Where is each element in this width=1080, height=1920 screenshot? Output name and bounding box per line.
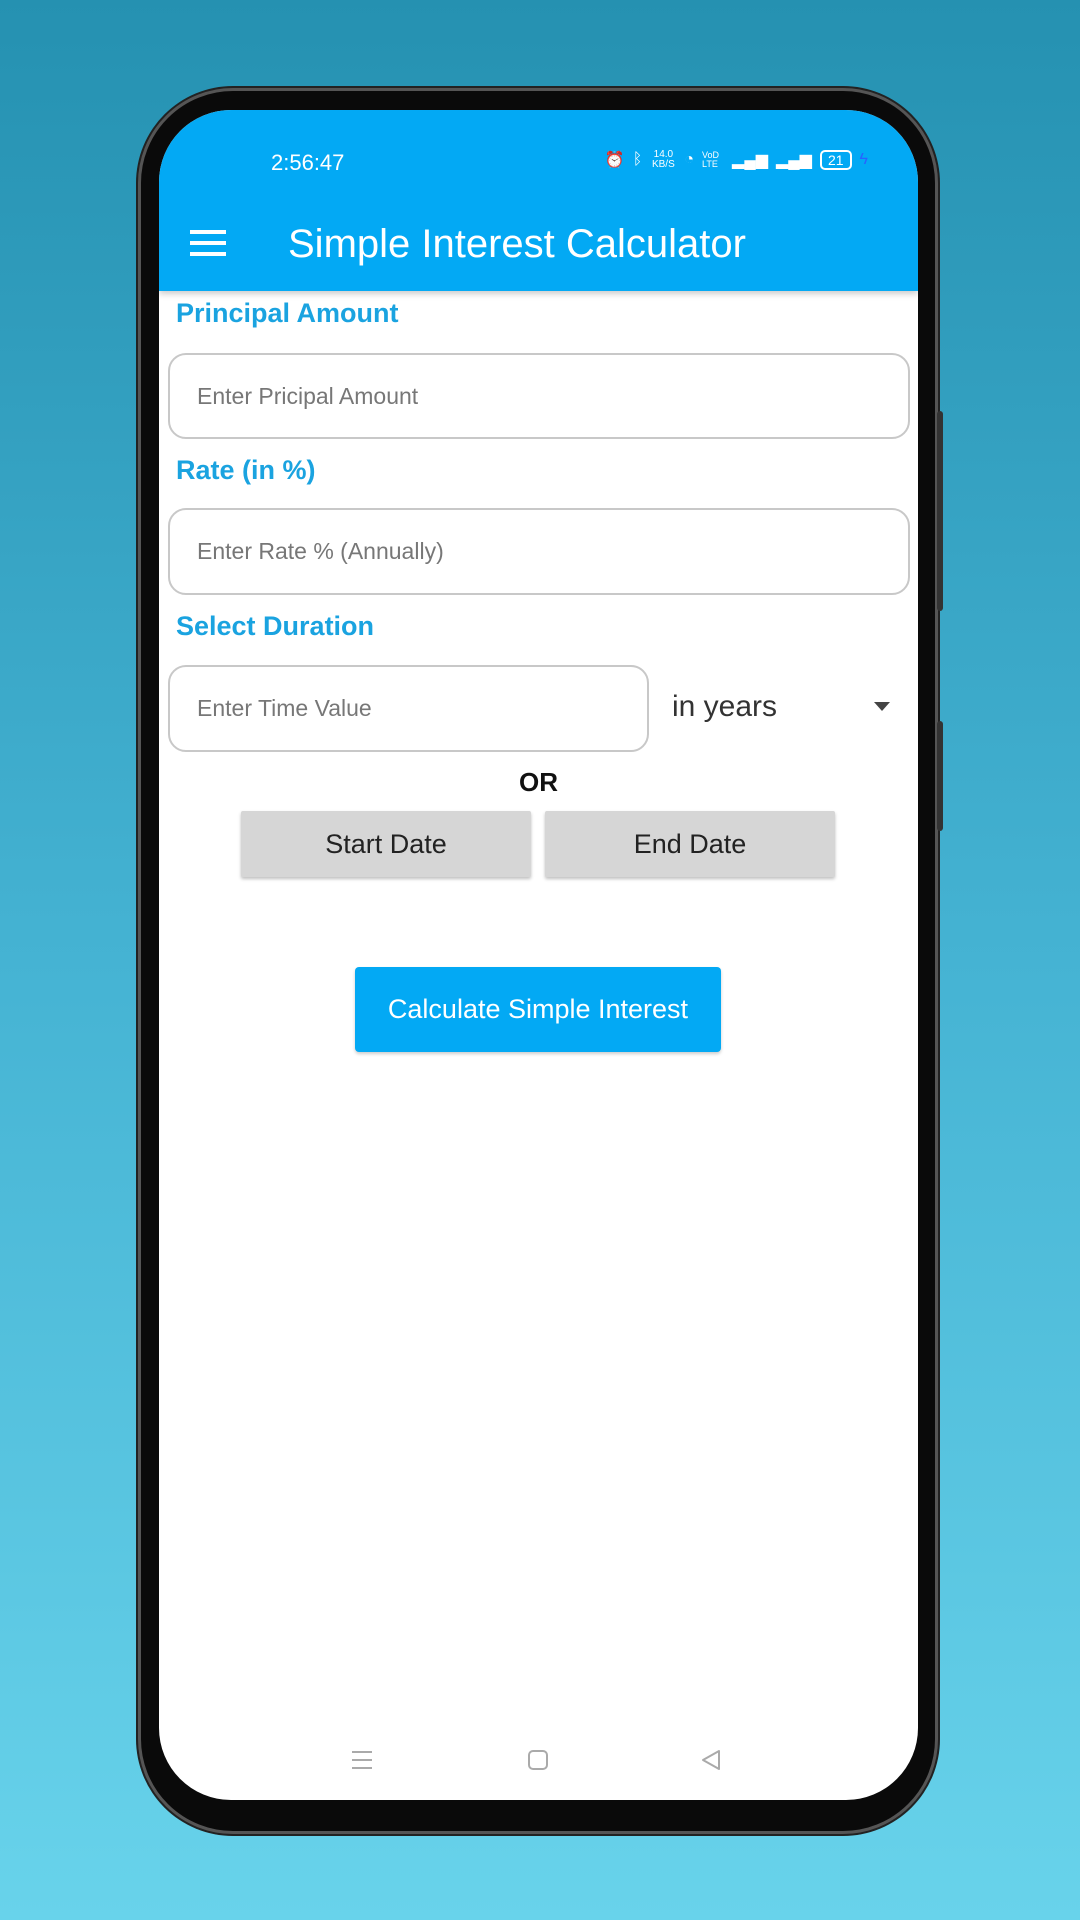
or-label: OR <box>519 767 558 797</box>
screen: 2:56:47 ⏰ ᛒ 14.0 KB/S ◔ VoD LTE ▂▄▆ ▂▄▆ … <box>159 110 918 1800</box>
battery-icon: 21 <box>819 150 852 170</box>
rate-label: Rate (in %) <box>176 455 316 485</box>
principal-input[interactable]: Enter Pricipal Amount <box>168 353 910 439</box>
power-button <box>937 721 943 831</box>
status-time: 2:56:47 <box>271 150 345 175</box>
wifi-icon: ◔ <box>684 151 695 168</box>
principal-label: Principal Amount <box>176 298 399 328</box>
signal-icon: ▂▄▆ <box>732 152 768 169</box>
end-date-button[interactable]: End Date <box>545 811 835 877</box>
page-title: Simple Interest Calculator <box>288 222 746 266</box>
rate-input[interactable]: Enter Rate % (Annually) <box>168 508 910 595</box>
unit-dropdown[interactable]: in years <box>672 682 902 732</box>
app-bar: 2:56:47 ⏰ ᛒ 14.0 KB/S ◔ VoD LTE ▂▄▆ ▂▄▆ … <box>159 110 918 291</box>
status-icons: ⏰ ᛒ 14.0 KB/S ◔ VoD LTE ▂▄▆ ▂▄▆ 21 ϟ <box>605 150 868 170</box>
hamburger-icon[interactable] <box>190 230 226 256</box>
home-icon[interactable] <box>524 1746 552 1774</box>
time-input[interactable]: Enter Time Value <box>168 665 649 752</box>
charging-icon: ϟ <box>859 151 868 168</box>
signal-icon: ▂▄▆ <box>776 152 812 169</box>
start-date-button[interactable]: Start Date <box>241 811 531 877</box>
bluetooth-icon: ᛒ <box>632 151 643 168</box>
alarm-icon: ⏰ <box>604 152 625 169</box>
volume-button <box>937 411 943 611</box>
calculate-button[interactable]: Calculate Simple Interest <box>355 967 721 1052</box>
unit-selected: in years <box>672 690 778 723</box>
network-type: VoD LTE <box>702 150 720 169</box>
dropdown-arrow-icon <box>874 702 890 711</box>
duration-label: Select Duration <box>176 611 375 641</box>
recent-apps-icon[interactable] <box>348 1746 376 1774</box>
back-icon[interactable] <box>697 1746 725 1774</box>
principal-placeholder: Enter Pricipal Amount <box>197 382 419 409</box>
time-placeholder: Enter Time Value <box>197 695 372 721</box>
rate-placeholder: Enter Rate % (Annually) <box>197 538 444 564</box>
net-speed: 14.0 KB/S <box>651 149 675 170</box>
